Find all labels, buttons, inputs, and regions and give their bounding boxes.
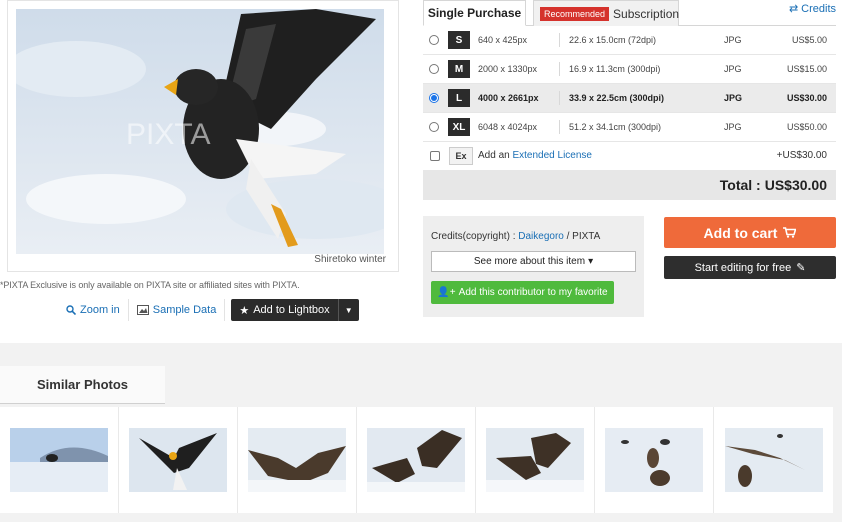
similar-photo-thumb[interactable] [238, 407, 357, 513]
similar-photo-thumb[interactable] [119, 407, 238, 513]
size-option-l[interactable]: L 4000 x 2661px 33.9 x 22.5cm (300dpi) J… [423, 84, 836, 113]
size-radio[interactable] [429, 35, 439, 45]
add-to-cart-button[interactable]: Add to cart [664, 217, 836, 248]
extended-license-link[interactable]: Extended License [512, 150, 592, 161]
divider [224, 299, 226, 321]
size-radio-selected[interactable] [429, 93, 439, 103]
size-options-table: S 640 x 425px 22.6 x 15.0cm (72dpi) JPG … [423, 26, 836, 142]
exchange-icon: ⇄ [788, 3, 799, 15]
size-radio[interactable] [429, 64, 439, 74]
start-editing-button[interactable]: Start editing for free ✎ [664, 256, 836, 279]
add-favorite-label: Add this contributor to my favorite [458, 287, 608, 298]
subscription-label: Subscription [613, 6, 680, 21]
pixel-dimensions: 640 x 425px [478, 35, 528, 45]
license-prefix: Add an [478, 150, 510, 161]
add-to-lightbox-label: Add to Lightbox [253, 304, 330, 316]
size-option-s[interactable]: S 640 x 425px 22.6 x 15.0cm (72dpi) JPG … [423, 26, 836, 55]
star-icon: ★ [239, 304, 250, 317]
purchase-tabs: Single Purchase Recommended Subscription… [423, 0, 836, 26]
see-more-label: See more about this item [473, 256, 586, 267]
total-value: US$30.00 [764, 177, 827, 193]
size-option-m[interactable]: M 2000 x 1330px 16.9 x 11.3cm (300dpi) J… [423, 55, 836, 84]
total-bar: Total : US$30.00 [423, 170, 836, 200]
see-more-button[interactable]: See more about this item ▾ [431, 251, 636, 272]
size-code-badge: L [448, 89, 470, 107]
extended-license-row: Ex Add an Extended License +US$30.00 [423, 142, 836, 169]
size-price: US$30.00 [786, 93, 827, 103]
recommended-badge: Recommended [540, 6, 610, 21]
print-dimensions: 51.2 x 34.1cm (300dpi) [569, 122, 662, 132]
size-option-xl[interactable]: XL 6048 x 4024px 51.2 x 34.1cm (300dpi) … [423, 113, 836, 142]
sample-data-link[interactable]: Sample Data [129, 299, 225, 321]
size-price: US$15.00 [786, 64, 827, 74]
pencil-icon: ✎ [796, 262, 806, 274]
zoom-in-link[interactable]: Zoom in [58, 299, 128, 321]
similar-photos-strip [0, 407, 836, 513]
size-code-badge: M [448, 60, 470, 78]
total-label: Total : [719, 177, 761, 193]
divider [559, 120, 560, 134]
main-photo[interactable]: PIXTA [16, 9, 384, 254]
add-favorite-button[interactable]: 👤+ Add this contributor to my favorite [431, 281, 614, 304]
divider [559, 62, 560, 76]
pixel-dimensions: 6048 x 4024px [478, 122, 538, 132]
file-format: JPG [724, 35, 742, 45]
extended-license-text: Add an Extended License [478, 150, 592, 161]
pixel-dimensions: 4000 x 2661px [478, 93, 539, 103]
magnifier-icon [66, 305, 76, 315]
credit-line: Credits(copyright) : Daikegoro / PIXTA [431, 231, 600, 242]
divider [559, 91, 560, 105]
caret-down-icon: ▾ [588, 256, 594, 267]
file-format: JPG [724, 64, 742, 74]
similar-photo-thumb[interactable] [357, 407, 476, 513]
contributor-link[interactable]: Daikegoro [518, 231, 564, 242]
similar-photo-thumb[interactable] [595, 407, 714, 513]
print-dimensions: 33.9 x 22.5cm (300dpi) [569, 93, 665, 103]
add-to-lightbox-button[interactable]: ★ Add to Lightbox ▼ [231, 299, 359, 321]
add-to-cart-label: Add to cart [703, 224, 778, 241]
print-dimensions: 22.6 x 15.0cm (72dpi) [569, 35, 657, 45]
zoom-in-label: Zoom in [80, 304, 120, 316]
divider [559, 33, 560, 47]
similar-photos-title: Similar Photos [0, 366, 165, 404]
image-icon [136, 305, 149, 315]
photo-caption: Shiretoko winter [314, 254, 386, 265]
start-editing-label: Start editing for free [694, 261, 792, 274]
add-user-icon: 👤+ [437, 287, 456, 298]
size-price: US$50.00 [786, 122, 827, 132]
license-price: +US$30.00 [776, 150, 827, 161]
contributor-box: Credits(copyright) : Daikegoro / PIXTA S… [423, 216, 644, 317]
photo-preview-frame: PIXTA Shiretoko winter [7, 0, 399, 272]
exclusive-note: *PIXTA Exclusive is only available on PI… [0, 280, 300, 290]
lightbox-dropdown-caret-icon[interactable]: ▼ [337, 299, 359, 321]
similar-photo-thumb[interactable] [0, 407, 119, 513]
file-format: JPG [724, 93, 743, 103]
license-code-badge: Ex [449, 146, 473, 165]
credit-suffix: / PIXTA [563, 231, 601, 242]
credit-prefix: Credits(copyright) : [431, 231, 519, 242]
similar-photos-section: Similar Photos [0, 343, 842, 522]
cart-icon [783, 227, 797, 238]
size-code-badge: S [448, 31, 470, 49]
watermark-text: PIXTA [126, 118, 210, 151]
tab-subscription[interactable]: Recommended Subscription [533, 0, 679, 26]
add-to-lightbox-main[interactable]: ★ Add to Lightbox [231, 299, 337, 321]
size-radio[interactable] [429, 122, 439, 132]
size-code-badge: XL [448, 118, 470, 136]
credits-link[interactable]: ⇄ Credits [788, 2, 836, 16]
pixel-dimensions: 2000 x 1330px [478, 64, 538, 74]
file-format: JPG [724, 122, 742, 132]
similar-photo-thumb[interactable] [714, 407, 833, 513]
photo-actions: Zoom in Sample Data ★ Add to Lightbox ▼ [58, 299, 359, 321]
credits-label: Credits [801, 2, 836, 15]
size-price: US$5.00 [791, 35, 827, 45]
extended-license-checkbox[interactable] [430, 150, 440, 161]
sample-data-label: Sample Data [152, 304, 217, 316]
tab-single-purchase[interactable]: Single Purchase [423, 0, 526, 26]
print-dimensions: 16.9 x 11.3cm (300dpi) [569, 64, 661, 74]
similar-photo-thumb[interactable] [476, 407, 595, 513]
